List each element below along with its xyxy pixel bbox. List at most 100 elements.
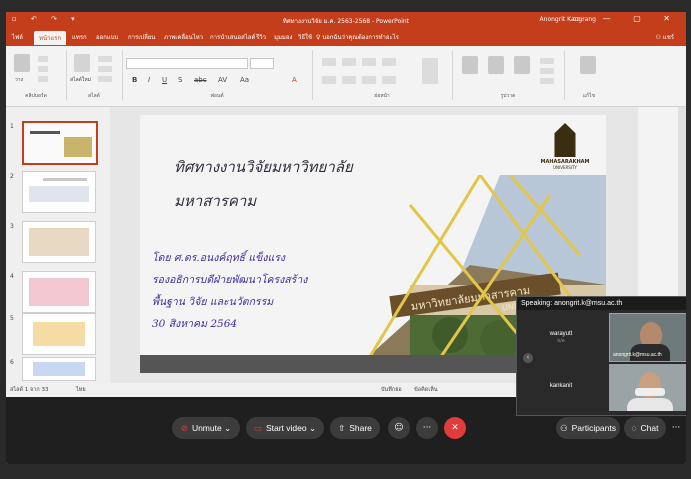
- ribbon-tabs: ไฟล์ หน้าแรก แทรก ออกแบบ การเปลี่ยน ภาพเ…: [6, 28, 686, 46]
- tell-me-search[interactable]: ♀ บอกฉันว่าคุณต้องการทำอะไร: [316, 32, 399, 42]
- participants-button[interactable]: ⚇ Participants: [556, 417, 620, 439]
- char-spacing-button[interactable]: AV: [218, 76, 227, 84]
- reset-icon[interactable]: [98, 66, 112, 72]
- close-icon: ✕: [451, 423, 459, 433]
- ribbon: วาง คลิปบอร์ด สไลด์ใหม่ สไลด์ B I U S ab…: [6, 46, 686, 107]
- thumb-image: [29, 228, 89, 256]
- copy-icon[interactable]: [38, 66, 48, 72]
- slide-title-line2: มหาสารคาม: [174, 192, 257, 210]
- language[interactable]: ไทย: [76, 386, 86, 394]
- bullets-icon[interactable]: [322, 58, 336, 66]
- tab-view[interactable]: มุมมอง: [274, 32, 292, 42]
- share-button[interactable]: ⇧ Share: [330, 417, 380, 439]
- share-ribbon-button[interactable]: ⚇ แชร์: [656, 32, 674, 42]
- format-painter-icon[interactable]: [38, 76, 48, 82]
- thumb-number: 4: [10, 273, 14, 280]
- section-icon[interactable]: [98, 76, 112, 82]
- line-spacing-icon[interactable]: [382, 58, 396, 66]
- text-direction-icon[interactable]: [422, 58, 438, 84]
- tab-help[interactable]: วิธีใช้: [298, 32, 312, 42]
- comments-button[interactable]: ข้อคิดเห็น: [414, 386, 438, 394]
- participant-subtitle: h/e: [557, 339, 565, 344]
- slide-position-line2: พื้นฐาน วิจัย และนวัตกรรม: [152, 296, 274, 308]
- shape-outline-icon[interactable]: [540, 68, 554, 74]
- slide-thumbnail[interactable]: [22, 221, 96, 263]
- tab-animations[interactable]: ภาพเคลื่อนไหว: [164, 32, 203, 42]
- italic-button[interactable]: I: [148, 76, 150, 84]
- more-icon: ···: [422, 423, 432, 433]
- change-case-button[interactable]: Aa: [240, 76, 249, 84]
- thumb-title-bar: [30, 131, 60, 134]
- tab-review[interactable]: รีวิว: [256, 32, 266, 42]
- tab-file[interactable]: ไฟล์: [12, 32, 23, 42]
- start-video-button[interactable]: ▭ Start video ⌄: [246, 417, 324, 439]
- slide-thumbnail[interactable]: [22, 271, 96, 313]
- indent-icon[interactable]: [362, 58, 376, 66]
- chat-button[interactable]: ◌ Chat: [624, 417, 666, 439]
- font-size-box[interactable]: [250, 58, 274, 69]
- notes-button[interactable]: บันทึกย่อ: [381, 386, 402, 394]
- font-name-box[interactable]: [126, 58, 248, 69]
- thumb-number: 6: [10, 359, 14, 366]
- slide-thumbnail[interactable]: [22, 357, 96, 381]
- bold-button[interactable]: B: [132, 76, 137, 84]
- thumb-title-bar: [43, 178, 87, 181]
- person-icon: ⚇: [655, 34, 663, 41]
- university-logo: MAHASARAKHAM UNIVERSITY: [540, 123, 590, 170]
- start-video-label: Start video: [265, 423, 307, 433]
- align-right-icon[interactable]: [362, 76, 376, 84]
- participants-label: Participants: [571, 423, 617, 433]
- window-controls[interactable]: ▭ — ▢ ✕: [573, 14, 680, 23]
- more-options-button[interactable]: ···: [668, 417, 684, 439]
- participant-video[interactable]: [609, 364, 686, 411]
- arrange-icon[interactable]: [488, 56, 504, 74]
- thumb-number: 1: [10, 123, 14, 130]
- participant-video[interactable]: anongrit.k@msu.ac.th: [609, 313, 686, 362]
- slide-thumbnail-panel: 1 2 3 4 5 6: [6, 107, 110, 383]
- tab-home[interactable]: หน้าแรก: [34, 31, 67, 45]
- underline-button[interactable]: U: [162, 76, 167, 84]
- shadow-button[interactable]: S: [178, 76, 182, 84]
- title-bar: ▫ ↶ ↷ ▾ ทิศทางงานวิจัย ม.ค. 2563-2568 - …: [6, 12, 686, 28]
- participant-name: kankanit: [549, 383, 573, 389]
- justify-icon[interactable]: [382, 76, 396, 84]
- ribbon-group-font: B I U S abc AV Aa A ฟอนต์: [122, 50, 313, 100]
- shape-effects-icon[interactable]: [540, 78, 554, 84]
- unmute-button[interactable]: ⊘ Unmute ⌄: [172, 417, 240, 439]
- find-icon[interactable]: [580, 56, 596, 74]
- monitor-screen: ▫ ↶ ↷ ▾ ทิศทางงานวิจัย ม.ค. 2563-2568 - …: [6, 12, 686, 464]
- slide-date: 30 สิงหาคม 2564: [152, 318, 238, 330]
- reactions-button[interactable]: ☺: [388, 417, 410, 439]
- font-color-button[interactable]: A: [292, 76, 297, 84]
- collapse-arrow-icon[interactable]: ‹: [523, 353, 533, 363]
- more-button[interactable]: ···: [416, 417, 438, 439]
- slide-thumbnail[interactable]: [22, 121, 98, 165]
- cut-icon[interactable]: [38, 56, 48, 62]
- share-ribbon-label: แชร์: [662, 34, 674, 41]
- new-slide-icon[interactable]: [74, 54, 90, 72]
- tab-slideshow[interactable]: การนำเสนอสไลด์: [210, 32, 255, 42]
- shapes-icon[interactable]: [462, 56, 478, 74]
- paste-icon[interactable]: [14, 54, 30, 72]
- paste-label: วาง: [15, 77, 24, 83]
- tab-insert[interactable]: แทรก: [72, 32, 87, 42]
- slide-title-line1: ทิศทางงานวิจัยมหาวิทยาลัย: [174, 158, 353, 176]
- numbering-icon[interactable]: [342, 58, 356, 66]
- person-icon: ⚇: [559, 423, 568, 433]
- shape-fill-icon[interactable]: [540, 58, 554, 64]
- tab-transitions[interactable]: การเปลี่ยน: [128, 32, 155, 42]
- strikethrough-button[interactable]: abc: [194, 76, 207, 84]
- new-slide-label: สไลด์ใหม่: [70, 77, 91, 83]
- align-center-icon[interactable]: [342, 76, 356, 84]
- slide-count: สไลด์ 1 จาก 33: [10, 387, 49, 393]
- end-call-button[interactable]: ✕: [444, 417, 466, 439]
- slide-thumbnail[interactable]: [22, 171, 96, 213]
- align-left-icon[interactable]: [322, 76, 336, 84]
- tab-design[interactable]: ออกแบบ: [96, 32, 118, 42]
- video-panel: Speaking: anongrit.k@msu.ac.th warayutt …: [516, 296, 686, 416]
- layout-icon[interactable]: [98, 56, 112, 62]
- quick-styles-icon[interactable]: [514, 56, 530, 74]
- group-label-clipboard: คลิปบอร์ด: [25, 93, 47, 99]
- ribbon-group-slides: สไลด์ใหม่ สไลด์: [66, 50, 123, 100]
- slide-thumbnail[interactable]: [22, 313, 96, 355]
